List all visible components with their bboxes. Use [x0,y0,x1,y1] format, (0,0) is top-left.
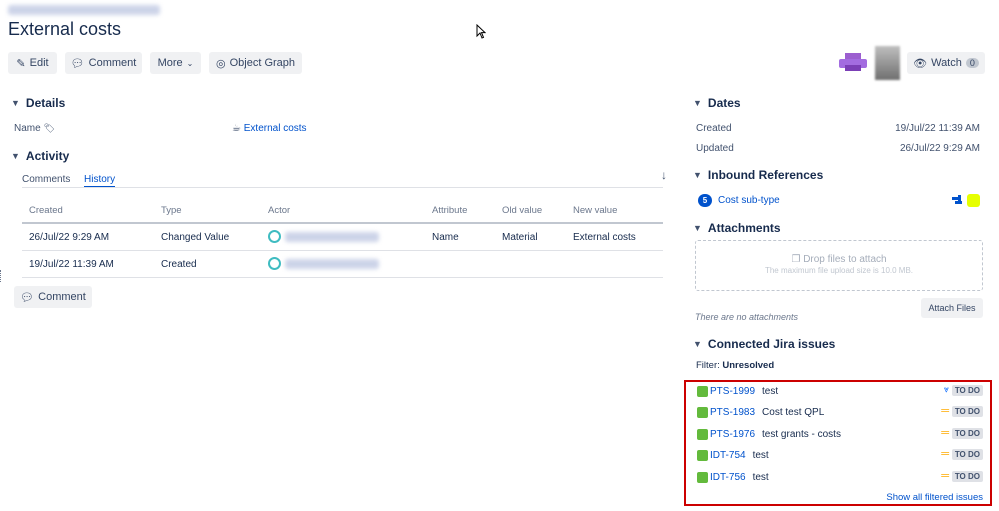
priority-medium-icon: ═ [941,448,949,460]
col-old-value: Old value [502,205,543,216]
tab-comments[interactable]: Comments [22,174,70,185]
avatar[interactable] [875,46,900,80]
actor-avatar [268,230,281,243]
actor-name[interactable] [285,232,379,242]
created-label: Created [696,123,732,134]
inbound-section-header[interactable]: ▼ Inbound References [693,168,823,182]
file-icon: ❐ [791,254,801,265]
object-icon: ☕︎ [232,123,241,134]
graph-icon: ◎ [215,57,226,70]
comment-button[interactable]: 💬︎ Comment [65,52,142,74]
status-badge: TO DO [951,471,983,482]
priority-low-icon: ⩔ [943,384,949,394]
drop-zone[interactable]: ❐ Drop files to attach The maximum file … [695,240,983,291]
inbound-item-link[interactable]: Cost sub-type [718,195,780,206]
watch-button[interactable]: 👁︎ Watch 0 [907,52,985,74]
object-type-icon [838,52,868,72]
comment-icon: 💬︎ [70,57,85,70]
priority-medium-icon: ═ [941,427,949,439]
status-badge: TO DO [951,449,983,460]
chevron-down-icon: ▼ [693,98,702,108]
jira-issue-row[interactable]: PTS-1976 test grants - costs ═ TO DO [697,426,983,442]
jira-issue-row[interactable]: IDT-756 test ═ TO DO [697,469,983,485]
attach-files-button[interactable]: Attach Files [921,298,983,318]
updated-label: Updated [696,143,734,154]
story-icon [697,406,708,418]
status-badge: TO DO [951,385,983,396]
status-badge: TO DO [951,406,983,417]
story-icon [697,385,708,397]
breadcrumb[interactable] [8,5,160,15]
priority-medium-icon: ═ [941,405,949,417]
attachments-section-header[interactable]: ▼ Attachments [693,221,781,235]
chevron-down-icon: ⌄ [186,58,194,68]
jira-section-header[interactable]: ▼ Connected Jira issues [693,337,835,351]
col-new-value: New value [573,205,618,216]
name-value[interactable]: ☕︎ External costs [232,123,307,134]
col-created: Created [29,205,63,216]
story-icon [697,449,708,461]
edit-button[interactable]: ✎ Edit [8,52,57,74]
chevron-down-icon: ▼ [693,339,702,349]
jira-issue-row[interactable]: PTS-1983 Cost test QPL ═ TO DO [697,404,983,420]
chevron-down-icon: ▼ [11,98,20,108]
col-attribute: Attribute [432,205,468,216]
sort-arrow-icon[interactable]: ↓ [661,168,667,182]
activity-section-header[interactable]: ▼ Activity [11,149,69,163]
story-icon [697,471,708,483]
chevron-down-icon: ▼ [693,170,702,180]
created-value: 19/Jul/22 11:39 AM [895,123,980,134]
updated-value: 26/Jul/22 9:29 AM [899,143,980,154]
jira-filter[interactable]: Filter: Unresolved [696,360,774,371]
inbound-count-badge: 5 [698,194,712,207]
col-type: Type [161,205,182,216]
dates-section-header[interactable]: ▼ Dates [693,96,741,110]
add-comment-button[interactable]: 💬︎ Comment [14,286,92,308]
story-icon [697,428,708,440]
chevron-down-icon: ▼ [693,223,702,233]
no-attachments-text: There are no attachments [695,312,799,322]
more-button[interactable]: More ⌄ [150,52,201,74]
details-section-header[interactable]: ▼ Details [11,96,65,110]
object-graph-button[interactable]: ◎ Object Graph [209,52,302,74]
status-badge: TO DO [951,428,983,439]
jira-issue-row[interactable]: IDT-754 test ═ TO DO [697,447,983,463]
page-title: External costs [8,19,122,39]
watch-count-badge: 0 [965,58,979,68]
pencil-icon: ✎ [16,57,26,70]
mouse-cursor-icon [476,23,487,42]
comment-icon: 💬︎ [20,291,35,304]
priority-medium-icon: ═ [941,470,949,482]
col-actor: Actor [268,205,291,216]
references-icon [952,195,964,207]
tab-history[interactable]: History [84,174,116,188]
actor-name[interactable] [285,259,379,269]
resize-handle[interactable] [0,270,2,282]
tag-icon: 🏷︎ [43,123,55,133]
name-label: Name 🏷︎ [14,123,55,134]
show-all-issues-link[interactable]: Show all filtered issues [886,492,983,503]
eye-icon: 👁︎ [913,57,928,70]
chevron-down-icon: ▼ [11,151,20,161]
object-color-icon [967,194,980,207]
actor-avatar [268,257,281,270]
jira-issue-row[interactable]: PTS-1999 test ⩔ TO DO [697,383,983,399]
